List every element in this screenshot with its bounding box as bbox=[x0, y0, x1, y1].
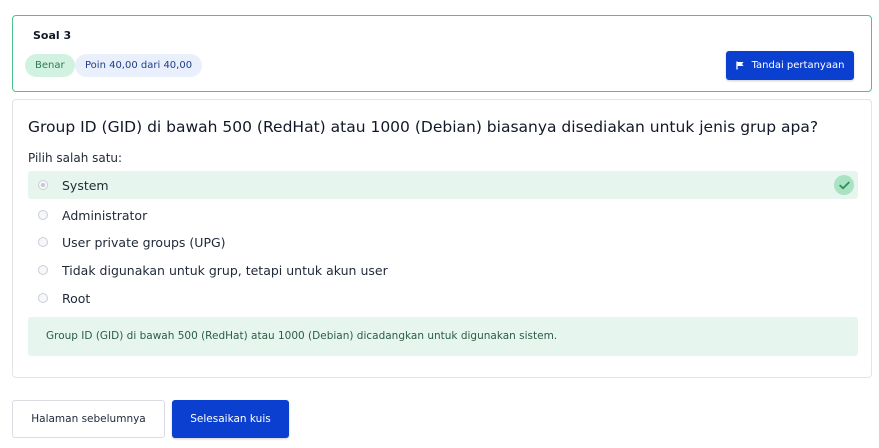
question-text: Group ID (GID) di bawah 500 (RedHat) ata… bbox=[28, 118, 819, 136]
previous-page-button[interactable]: Halaman sebelumnya bbox=[12, 400, 165, 438]
flag-question-label: Tandai pertanyaan bbox=[751, 60, 845, 71]
radio-button[interactable] bbox=[38, 293, 48, 303]
correct-check-icon bbox=[834, 175, 854, 195]
option-label: Tidak digunakan untuk grup, tetapi untuk… bbox=[62, 262, 388, 278]
option-label: Administrator bbox=[62, 207, 148, 223]
flag-question-button[interactable]: Tandai pertanyaan bbox=[726, 51, 854, 80]
option-label: System bbox=[62, 177, 109, 193]
answer-feedback: Group ID (GID) di bawah 500 (RedHat) ata… bbox=[28, 317, 858, 356]
radio-button[interactable] bbox=[38, 210, 48, 220]
radio-button[interactable] bbox=[38, 265, 48, 275]
question-number: Soal 3 bbox=[33, 29, 72, 42]
answer-option-root[interactable]: Root bbox=[28, 284, 858, 312]
radio-button-checked[interactable] bbox=[38, 180, 48, 190]
answer-prompt: Pilih salah satu: bbox=[28, 151, 123, 165]
status-badge: Benar bbox=[25, 54, 75, 77]
radio-button[interactable] bbox=[38, 237, 48, 247]
answer-option-system[interactable]: System bbox=[28, 171, 858, 199]
answer-option-upg[interactable]: User private groups (UPG) bbox=[28, 228, 858, 256]
points-badge: Poin 40,00 dari 40,00 bbox=[75, 54, 203, 77]
question-info-card: Soal 3 Benar Poin 40,00 dari 40,00 Tanda… bbox=[12, 15, 872, 92]
option-label: Root bbox=[62, 290, 91, 306]
option-label: User private groups (UPG) bbox=[62, 234, 226, 250]
finish-quiz-button[interactable]: Selesaikan kuis bbox=[172, 400, 289, 438]
answer-option-administrator[interactable]: Administrator bbox=[28, 201, 858, 229]
answer-option-user-account[interactable]: Tidak digunakan untuk grup, tetapi untuk… bbox=[28, 256, 858, 284]
question-card: Group ID (GID) di bawah 500 (RedHat) ata… bbox=[12, 99, 872, 378]
flag-icon bbox=[735, 61, 745, 70]
